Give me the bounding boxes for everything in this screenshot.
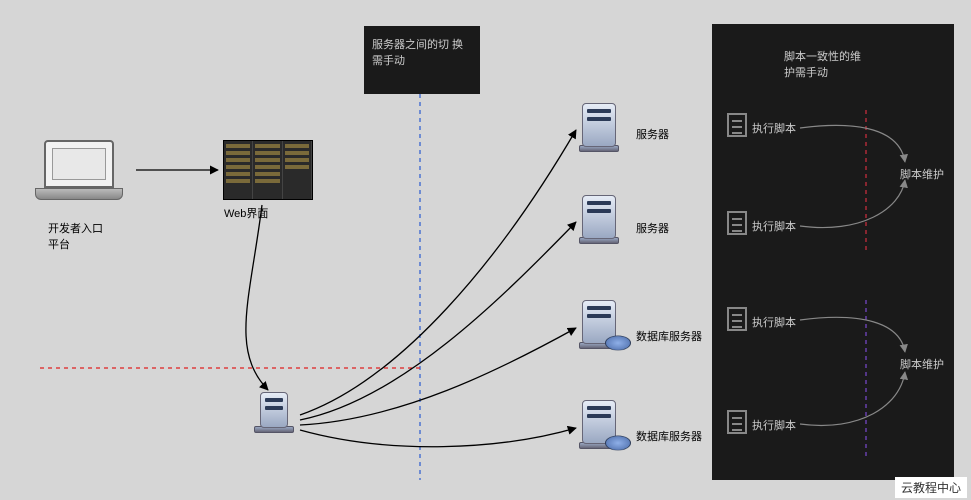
note-server-switch: 服务器之间的切 换需手动	[364, 26, 480, 94]
server2-label: 服务器	[636, 220, 669, 236]
db1-label: 数据库服务器	[636, 328, 702, 344]
doc1-label: 执行脚本	[752, 120, 796, 136]
server1-label: 服务器	[636, 126, 669, 142]
note-server-switch-text: 服务器之间的切 换需手动	[372, 39, 463, 67]
doc3-label: 执行脚本	[752, 314, 796, 330]
webui-icon	[223, 140, 313, 200]
webui-label: Web界面	[224, 205, 268, 221]
server1-icon	[579, 103, 619, 153]
db2-label: 数据库服务器	[636, 428, 702, 444]
doc2-label: 执行脚本	[752, 218, 796, 234]
watermark: 云教程中心	[895, 477, 967, 498]
maint1-label: 脚本维护	[900, 166, 944, 182]
db2-disk-icon	[605, 436, 631, 451]
laptop-label: 开发者入口 平台	[48, 220, 103, 252]
db1-disk-icon	[605, 336, 631, 351]
maint2-label: 脚本维护	[900, 356, 944, 372]
doc1-icon	[727, 113, 747, 137]
control-server-icon	[254, 392, 294, 442]
doc4-label: 执行脚本	[752, 417, 796, 433]
note-script-consistency: 脚本一致性的维 护需手动	[784, 48, 861, 80]
server2-icon	[579, 195, 619, 245]
doc2-icon	[727, 211, 747, 235]
doc3-icon	[727, 307, 747, 331]
doc4-icon	[727, 410, 747, 434]
laptop-icon	[44, 140, 123, 200]
right-panel: 脚本一致性的维 护需手动	[712, 24, 954, 480]
